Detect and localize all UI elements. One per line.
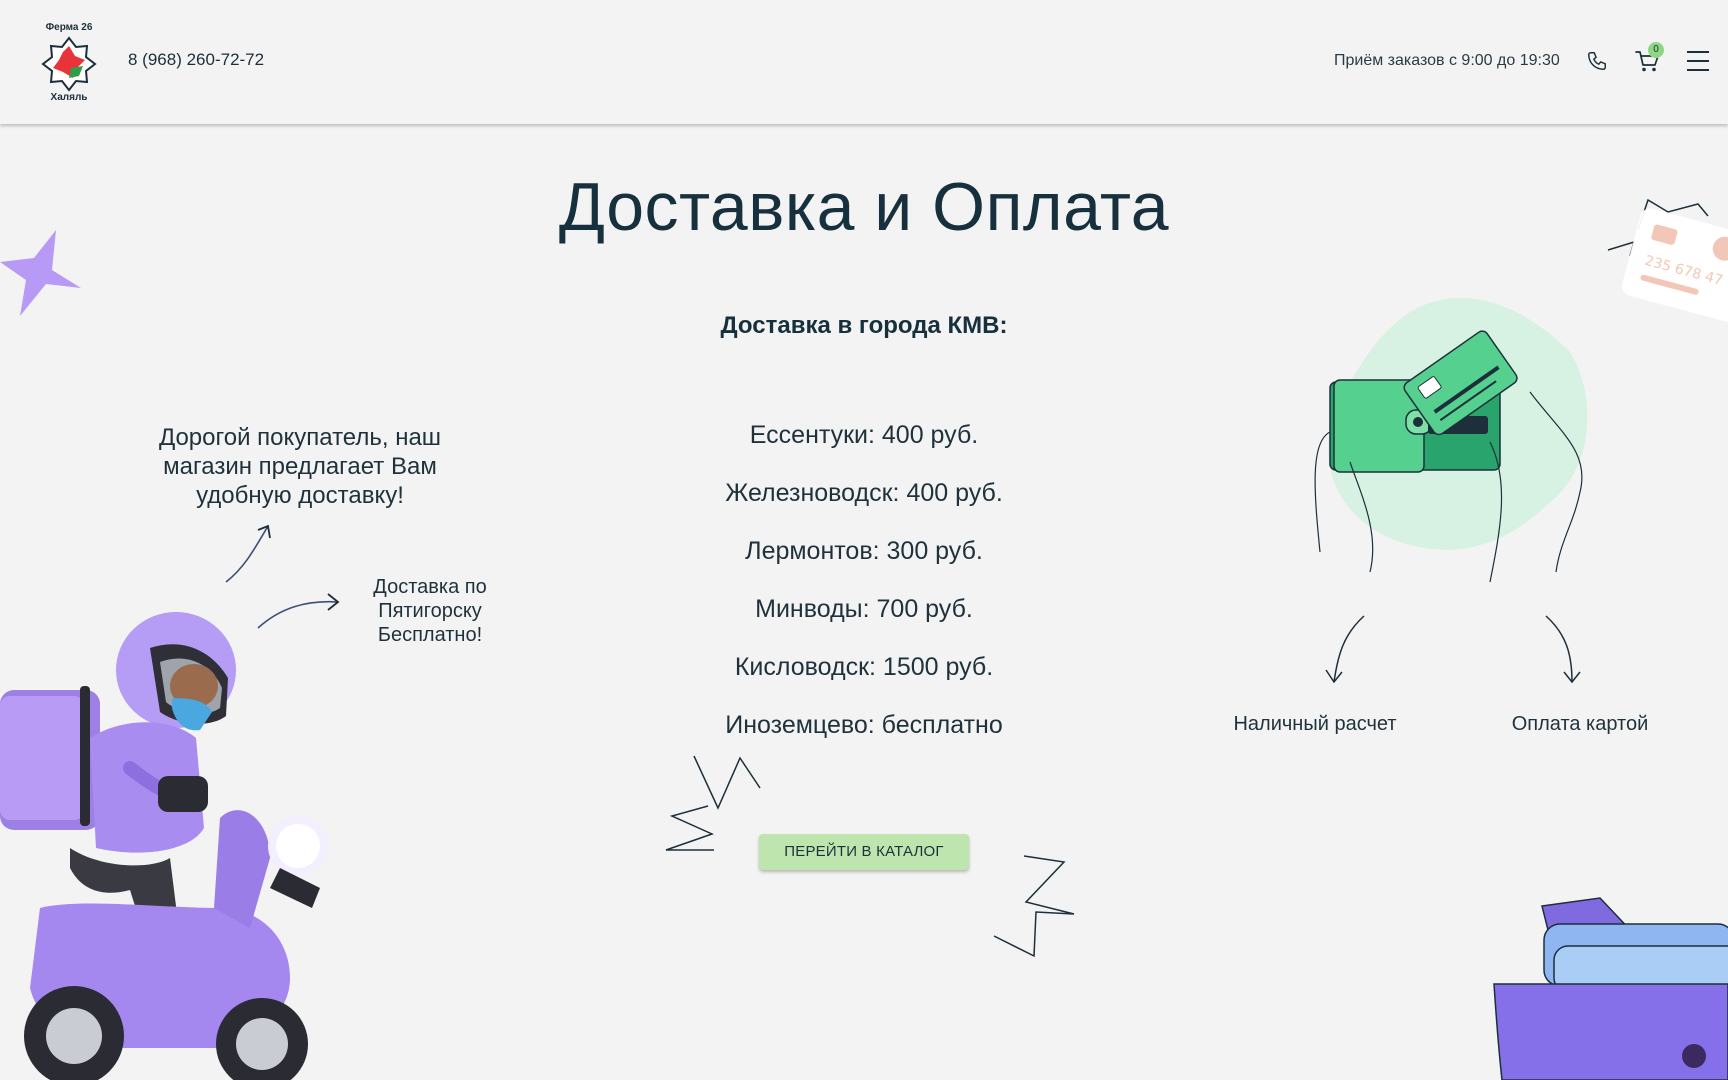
header-phone-link[interactable]: 8 (968) 260-72-72 bbox=[128, 50, 264, 70]
delivery-cities-heading: Доставка в города КМВ: bbox=[720, 312, 1008, 339]
free-delivery-note: Доставка по Пятигорску Бесплатно! bbox=[373, 576, 487, 646]
cash-payment-label: Наличный расчет bbox=[1233, 713, 1397, 735]
site-header: Ферма 26 Халяль 8 (968) 260-72-72 Приём … bbox=[0, 0, 1728, 124]
card-payment-label: Оплата картой bbox=[1511, 713, 1649, 735]
svg-text:Ферма 26: Ферма 26 bbox=[46, 22, 93, 33]
cart-count-badge: 0 bbox=[1648, 42, 1664, 58]
page-title: Доставка и Оплата bbox=[558, 169, 1170, 245]
menu-icon[interactable] bbox=[1686, 50, 1710, 72]
list-item: Минводы: 700 руб. bbox=[755, 595, 973, 623]
logo[interactable]: Ферма 26 Халяль bbox=[38, 18, 100, 104]
purple-wallet-illustration bbox=[1493, 897, 1728, 1080]
zigzag-right-decoration bbox=[993, 855, 1075, 958]
order-hours: Приём заказов с 9:00 до 19:30 bbox=[1334, 52, 1560, 69]
list-item: Кисловодск: 1500 руб. bbox=[734, 653, 994, 681]
delivery-intro-text: Дорогой покупатель, наш магазин предлага… bbox=[158, 424, 442, 509]
phone-icon[interactable] bbox=[1586, 50, 1608, 72]
go-to-catalog-button[interactable]: ПЕРЕЙТИ В КАТАЛОГ bbox=[759, 834, 969, 870]
zigzag-left-decoration bbox=[665, 755, 761, 851]
svg-text:Халяль: Халяль bbox=[51, 92, 88, 103]
list-item: Иноземцево: бесплатно bbox=[725, 711, 1003, 739]
list-item: Лермонтов: 300 руб. bbox=[745, 537, 983, 565]
